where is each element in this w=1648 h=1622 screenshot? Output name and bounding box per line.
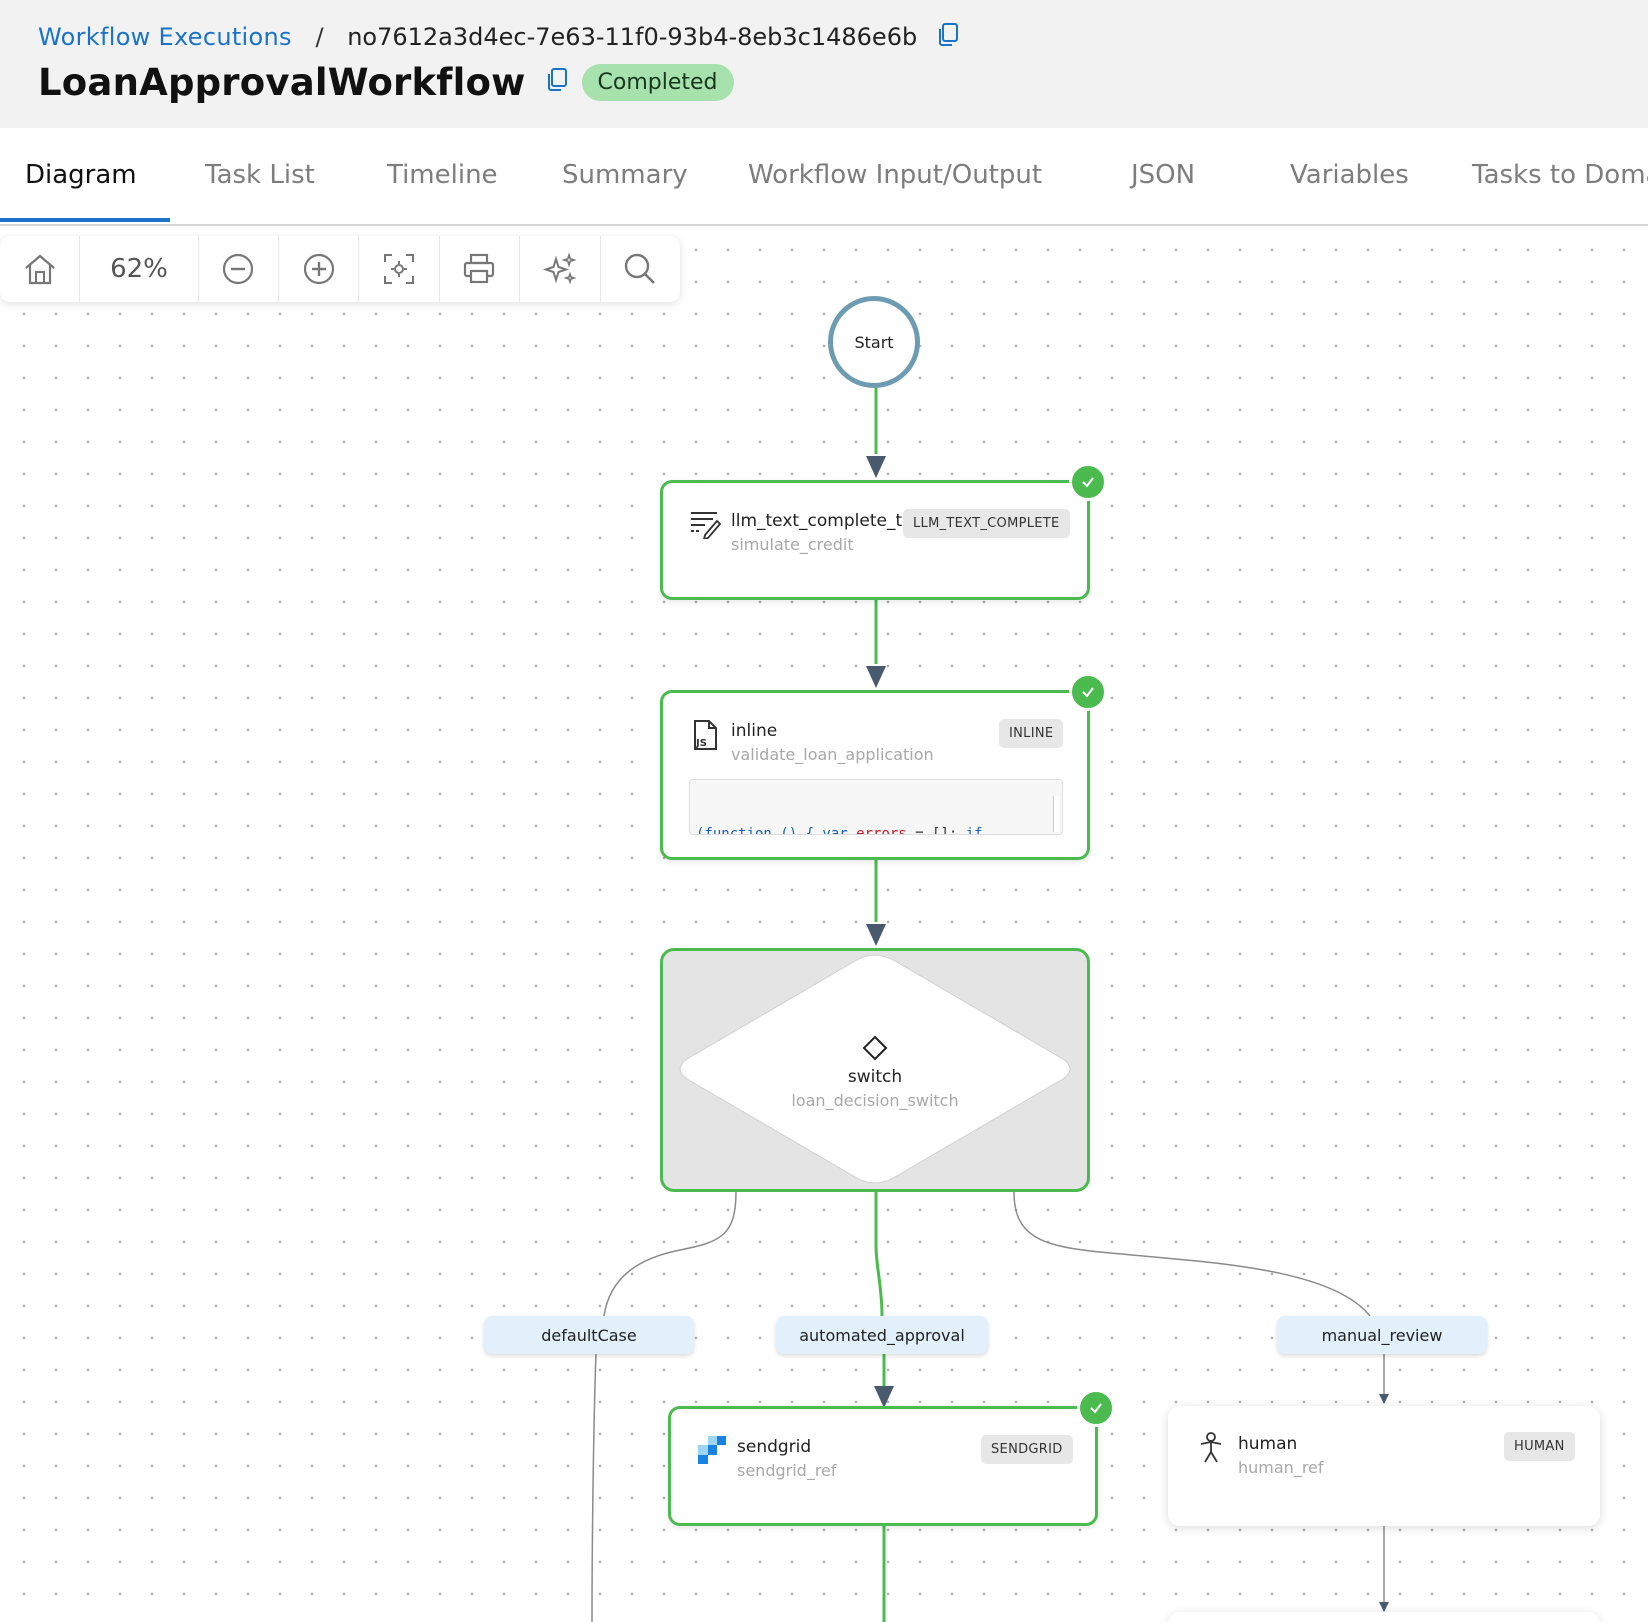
search-button[interactable] (601, 236, 680, 302)
task-node-switch[interactable]: switch loan_decision_switch (660, 948, 1090, 1192)
tab-bar: Diagram Task List Timeline Summary Workf… (0, 128, 1648, 226)
zoom-out-icon (223, 253, 254, 285)
title-row: LoanApprovalWorkflow Completed (38, 58, 734, 106)
code-line-1: (function () { var errors = []; if (696, 826, 983, 835)
home-button[interactable] (0, 236, 81, 302)
task-node-sendgrid[interactable]: sendgrid sendgrid_ref SENDGRID (668, 1389, 1115, 1526)
page-title: LoanApprovalWorkflow (38, 60, 526, 104)
sendgrid-logo-icon (697, 1435, 727, 1469)
node-name: switch (847, 1067, 903, 1087)
tab-summary[interactable]: Summary (562, 160, 688, 190)
tab-timeline[interactable]: Timeline (387, 160, 498, 190)
breadcrumb-separator: / (315, 23, 324, 51)
status-badge: Completed (581, 63, 734, 101)
edge-switch-manual (1013, 1191, 1371, 1317)
edge-default-down (591, 1353, 597, 1622)
search-icon (625, 253, 656, 284)
diagram-toolbar: 62% (0, 236, 680, 302)
case-manual-review[interactable]: manual_review (1277, 1316, 1487, 1354)
copy-execution-id-icon[interactable] (935, 22, 961, 54)
edge-switch-default (603, 1191, 737, 1317)
human-person-icon (1198, 1432, 1224, 1468)
zoom-out-button[interactable] (199, 236, 279, 302)
start-label: Start (854, 332, 894, 352)
zoom-in-button[interactable] (279, 236, 360, 302)
tab-json[interactable]: JSON (1131, 160, 1195, 190)
inline-code-preview[interactable]: (function () { var errors = []; if (!$.l… (689, 779, 1063, 835)
arrow-human (1379, 1394, 1389, 1404)
case-automated-approval[interactable]: automated_approval (776, 1316, 988, 1354)
execution-id: no7612a3d4ec-7e63-11f0-93b4-8eb3c1486e6b (347, 23, 918, 51)
completed-check-icon (1069, 463, 1107, 501)
javascript-file-icon: JS (691, 719, 719, 755)
arrow-sendgrid (874, 1386, 894, 1408)
breadcrumb: Workflow Executions / no7612a3d4ec-7e63-… (38, 22, 961, 54)
tab-workflow-input-output[interactable]: Workflow Input/Output (748, 160, 1042, 190)
arrow-inline (866, 666, 886, 688)
page-header: Workflow Executions / no7612a3d4ec-7e63-… (0, 0, 1648, 128)
node-name: llm_text_complete_tas (731, 511, 903, 531)
llm-task-icon (689, 509, 722, 543)
task-node-llm-text-complete[interactable]: llm_text_complete_tas simulate_credit LL… (660, 463, 1107, 600)
tab-diagram[interactable]: Diagram (25, 160, 137, 190)
node-ref: human_ref (1238, 1458, 1324, 1477)
edge-switch-automated (874, 1192, 884, 1317)
task-type-chip: LLM_TEXT_COMPLETE (903, 509, 1070, 538)
print-button[interactable] (440, 236, 521, 302)
print-icon (464, 253, 495, 284)
zoom-level-text: 62% (110, 254, 168, 284)
copy-workflow-name-icon[interactable] (544, 67, 570, 97)
node-ref: sendgrid_ref (737, 1461, 837, 1480)
breadcrumb-workflow-executions-link[interactable]: Workflow Executions (38, 23, 292, 51)
home-icon (24, 254, 55, 285)
start-node[interactable]: Start (828, 296, 920, 388)
task-node-partial[interactable] (1168, 1612, 1600, 1622)
arrow-switch (866, 924, 886, 946)
completed-check-icon (1077, 1389, 1115, 1427)
ai-assist-button[interactable] (520, 236, 601, 302)
zoom-level: 62% (80, 236, 199, 302)
tab-variables[interactable]: Variables (1290, 160, 1409, 190)
arrow-llm (866, 456, 886, 478)
tab-task-list[interactable]: Task List (205, 160, 315, 190)
node-ref: validate_loan_application (731, 745, 934, 764)
svg-text:JS: JS (695, 738, 707, 749)
task-node-human[interactable]: human human_ref HUMAN (1168, 1406, 1600, 1526)
case-default[interactable]: defaultCase (484, 1316, 694, 1354)
switch-diamond-icon (862, 1035, 888, 1065)
task-type-chip: HUMAN (1504, 1432, 1575, 1461)
fit-view-button[interactable] (359, 236, 440, 302)
task-node-inline[interactable]: JS inline validate_loan_application INLI… (660, 673, 1107, 860)
fit-view-icon (384, 254, 415, 284)
node-ref: loan_decision_switch (791, 1091, 959, 1110)
node-name: human (1238, 1434, 1298, 1454)
sparkle-icon (542, 252, 577, 285)
task-type-chip: SENDGRID (981, 1435, 1073, 1464)
node-name: inline (731, 721, 778, 741)
diagram-canvas[interactable]: 62% Start llm_text_complete_tas simulate… (0, 226, 1648, 1622)
node-ref: simulate_credit (731, 535, 854, 554)
code-scrollbar[interactable] (1053, 796, 1059, 832)
tab-tasks-to-domain[interactable]: Tasks to Doma (1472, 160, 1648, 190)
task-type-chip: INLINE (999, 719, 1064, 748)
node-name: sendgrid (737, 1437, 812, 1457)
zoom-in-icon (303, 253, 334, 285)
arrow-human-next (1379, 1602, 1389, 1612)
active-tab-indicator (0, 218, 170, 222)
completed-check-icon (1069, 673, 1107, 711)
